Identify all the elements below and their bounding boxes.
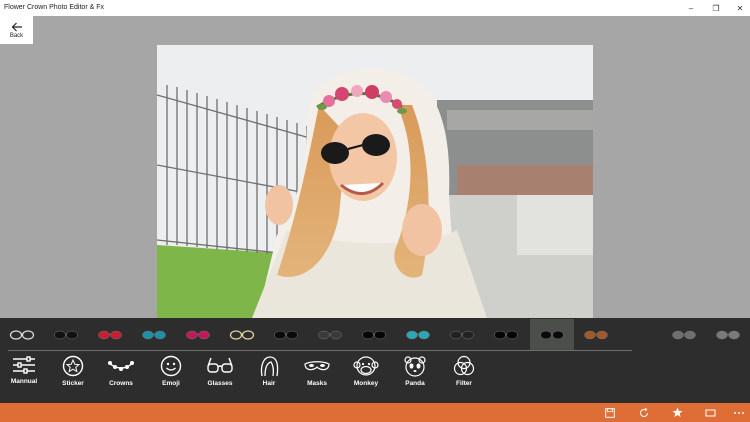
glasses-thumb-icon (142, 330, 166, 339)
save-icon (605, 407, 615, 418)
glasses-thumb-icon (186, 330, 210, 339)
glasses-thumb-icon (494, 330, 518, 339)
crop-button[interactable] (702, 406, 718, 419)
back-label: Back (9, 32, 24, 39)
bottom-app-bar (0, 403, 750, 422)
tool-crowns[interactable]: Crowns (97, 355, 145, 399)
crown-icon (108, 361, 134, 371)
glasses-option-glasses-black-oval[interactable] (484, 319, 528, 350)
glasses-thumb-icon (716, 330, 740, 339)
glasses-thumb-icon (318, 330, 342, 339)
tool-filter[interactable]: Filter (440, 355, 488, 399)
star-icon (672, 407, 682, 417)
tool-label: Panda (405, 380, 425, 387)
glasses-option-glasses-teal-aviator[interactable] (132, 319, 176, 350)
glasses-option-glasses-red-heart[interactable] (88, 319, 132, 350)
more-icon (734, 411, 744, 414)
glasses-option-glasses-black-frame[interactable] (44, 319, 88, 350)
glasses-option-glasses-round-black-selected[interactable] (530, 319, 574, 350)
tool-masks[interactable]: Masks (293, 355, 341, 399)
tool-label: Hair (262, 380, 276, 387)
glasses-thumb-icon (450, 330, 474, 339)
glasses-thumb-icon (672, 330, 696, 339)
photo-canvas[interactable] (157, 45, 593, 318)
glasses-option-glasses-thin-black[interactable] (0, 319, 44, 350)
back-button[interactable]: Back (0, 16, 33, 44)
tool-panda[interactable]: Panda (391, 355, 439, 399)
tool-label: Monkey (353, 380, 379, 387)
title-bar: Flower Crown Photo Editor & Fx – ❐ ✕ (0, 0, 750, 16)
maximize-button[interactable]: ❐ (704, 0, 728, 16)
save-button[interactable] (602, 406, 618, 419)
glasses-option-glasses-pink-cat[interactable] (176, 319, 220, 350)
tools-bar: Mannual Sticker Crowns Emoji Glasses Hai… (0, 351, 750, 403)
glasses-option-glasses-teal-tint[interactable] (396, 319, 440, 350)
glasses-thumb-icon (584, 330, 608, 339)
tool-label: Crowns (109, 380, 133, 387)
glasses-option-glasses-dark-round[interactable] (440, 319, 484, 350)
glasses-thumb-icon (274, 330, 298, 339)
monkey-icon (353, 356, 379, 376)
rotate-button[interactable] (636, 406, 652, 419)
crop-icon (705, 409, 715, 416)
glasses-thumb-icon (406, 330, 430, 339)
tool-glasses[interactable]: Glasses (196, 355, 244, 399)
back-arrow-icon (11, 22, 22, 31)
tool-label: Glasses (207, 380, 233, 387)
glasses-option-glasses-gold-round[interactable] (220, 319, 264, 350)
emoji-icon (160, 355, 182, 377)
tool-sticker[interactable]: Sticker (49, 355, 97, 399)
tool-label: Masks (307, 380, 327, 387)
glasses-option-glasses-black-wayfarer[interactable] (352, 319, 396, 350)
glasses-thumb-icon (229, 329, 255, 340)
more-button[interactable] (731, 406, 747, 419)
glasses-icon (207, 357, 233, 373)
app-title: Flower Crown Photo Editor & Fx (4, 4, 104, 11)
glasses-option-glasses-gray-aviator[interactable] (706, 319, 750, 350)
minimize-button[interactable]: – (679, 0, 703, 16)
tool-mannual[interactable]: Mannual (0, 355, 48, 399)
tool-emoji[interactable]: Emoji (147, 355, 195, 399)
star-badge-icon (62, 355, 84, 377)
glasses-thumb-icon (9, 329, 35, 340)
favorite-button[interactable] (669, 406, 685, 419)
close-button[interactable]: ✕ (728, 0, 750, 16)
hair-icon (260, 356, 279, 377)
tool-label: Sticker (62, 380, 84, 387)
tool-label: Filter (456, 380, 472, 387)
filter-icon (453, 355, 475, 376)
glasses-option-glasses-dark-wire[interactable] (308, 319, 352, 350)
glasses-option-glasses-brown-tint[interactable] (574, 319, 618, 350)
glasses-thumb-icon (54, 330, 78, 339)
glasses-thumb-icon (540, 330, 564, 339)
photo-image (157, 45, 593, 318)
glasses-thumb-icon (362, 330, 386, 339)
tool-label: Emoji (162, 380, 180, 387)
tool-monkey[interactable]: Monkey (342, 355, 390, 399)
rotate-icon (640, 407, 648, 417)
glasses-option-glasses-gray-shades[interactable] (662, 319, 706, 350)
glasses-option-glasses-black-rect[interactable] (264, 319, 308, 350)
mask-icon (304, 361, 330, 371)
tool-hair[interactable]: Hair (245, 355, 293, 399)
sliders-icon (13, 356, 35, 374)
glasses-thumb-icon (98, 330, 122, 339)
panda-icon (404, 356, 426, 377)
tool-label: Mannual (10, 378, 38, 385)
